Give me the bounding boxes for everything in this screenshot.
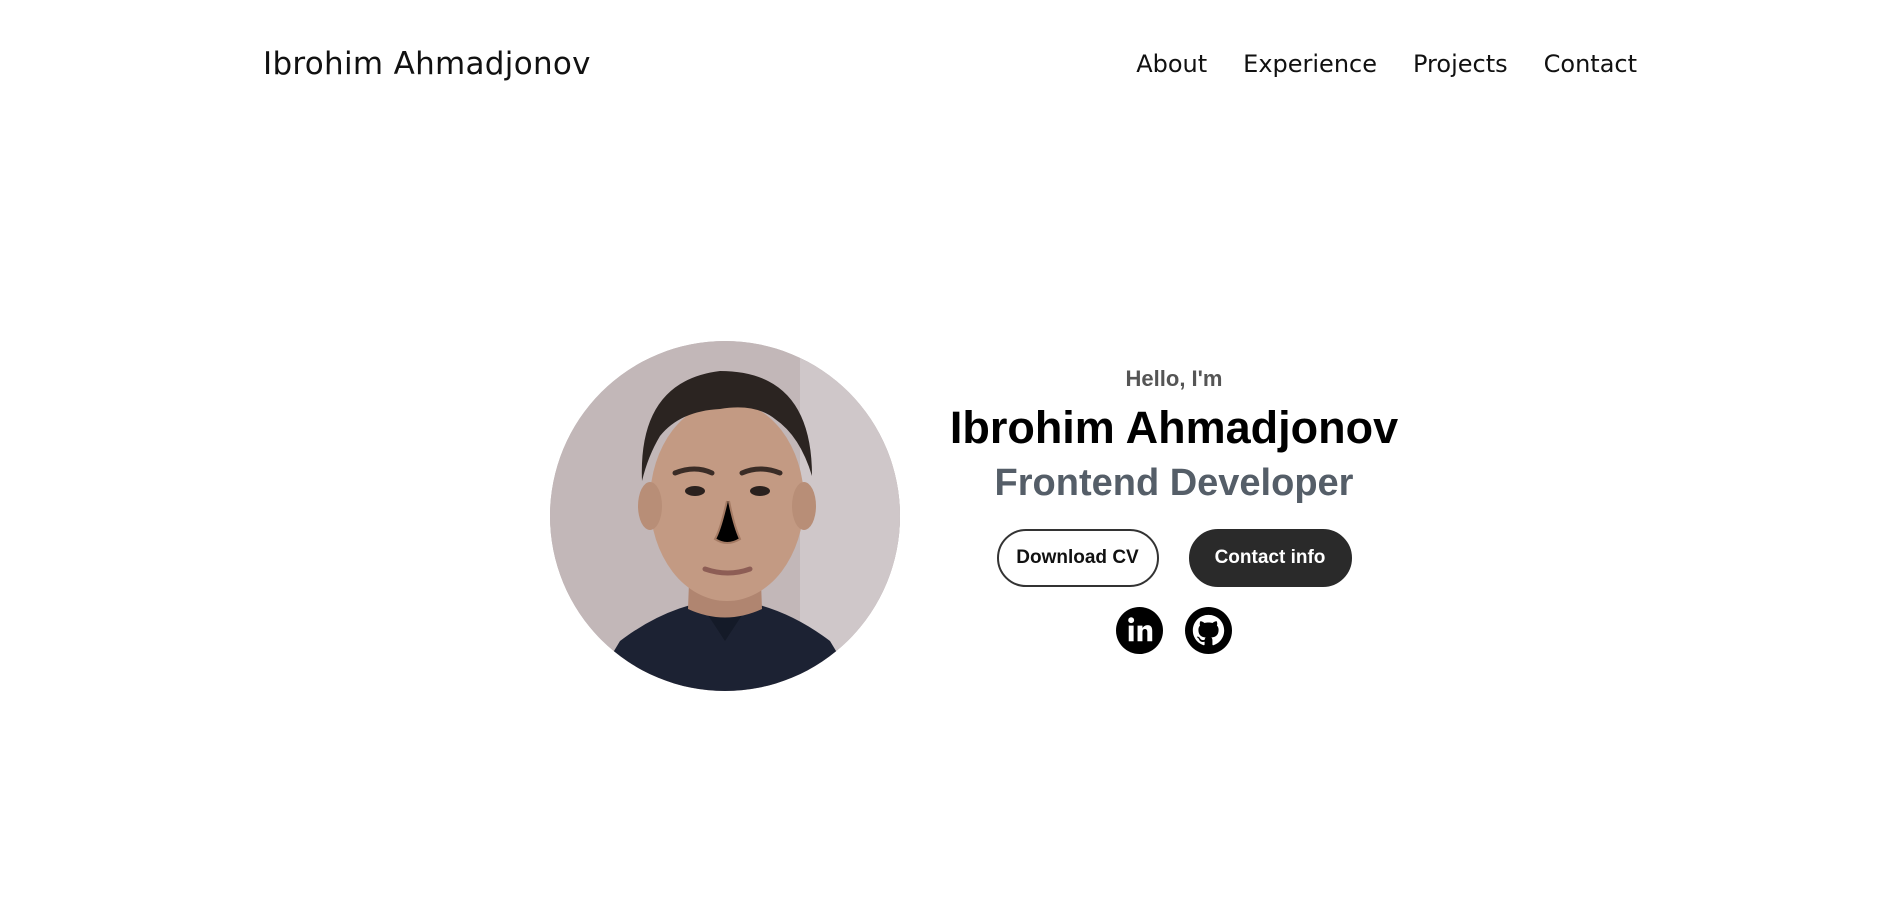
profile-photo [550, 341, 900, 691]
profile-photo-illustration [550, 341, 900, 691]
greeting-text: Hello, I'm [1125, 366, 1223, 391]
download-cv-button[interactable]: Download CV [996, 529, 1159, 588]
nav-link-experience[interactable]: Experience [1243, 50, 1377, 78]
hero-name: Ibrohim Ahmadjonov [949, 402, 1399, 453]
main-nav: About Experience Projects Contact [1136, 50, 1637, 78]
hero-section: Hello, I'm Ibrohim Ahmadjonov Frontend D… [0, 340, 1901, 695]
site-header: Ibrohim Ahmadjonov About Experience Proj… [0, 0, 1901, 135]
contact-info-button[interactable]: Contact info [1188, 529, 1352, 588]
hero-buttons: Download CV Contact info [930, 529, 1418, 588]
intro-block: Hello, I'm Ibrohim Ahmadjonov Frontend D… [930, 340, 1418, 655]
social-links [930, 607, 1418, 655]
github-link[interactable] [1185, 607, 1232, 655]
nav-link-about[interactable]: About [1136, 50, 1207, 78]
linkedin-icon [1116, 607, 1163, 655]
nav-link-projects[interactable]: Projects [1413, 50, 1508, 78]
github-icon [1185, 607, 1232, 655]
linkedin-link[interactable] [1116, 607, 1163, 655]
hero-role: Frontend Developer [994, 462, 1354, 505]
site-logo[interactable]: Ibrohim Ahmadjonov [263, 46, 591, 82]
nav-link-contact[interactable]: Contact [1544, 50, 1637, 78]
